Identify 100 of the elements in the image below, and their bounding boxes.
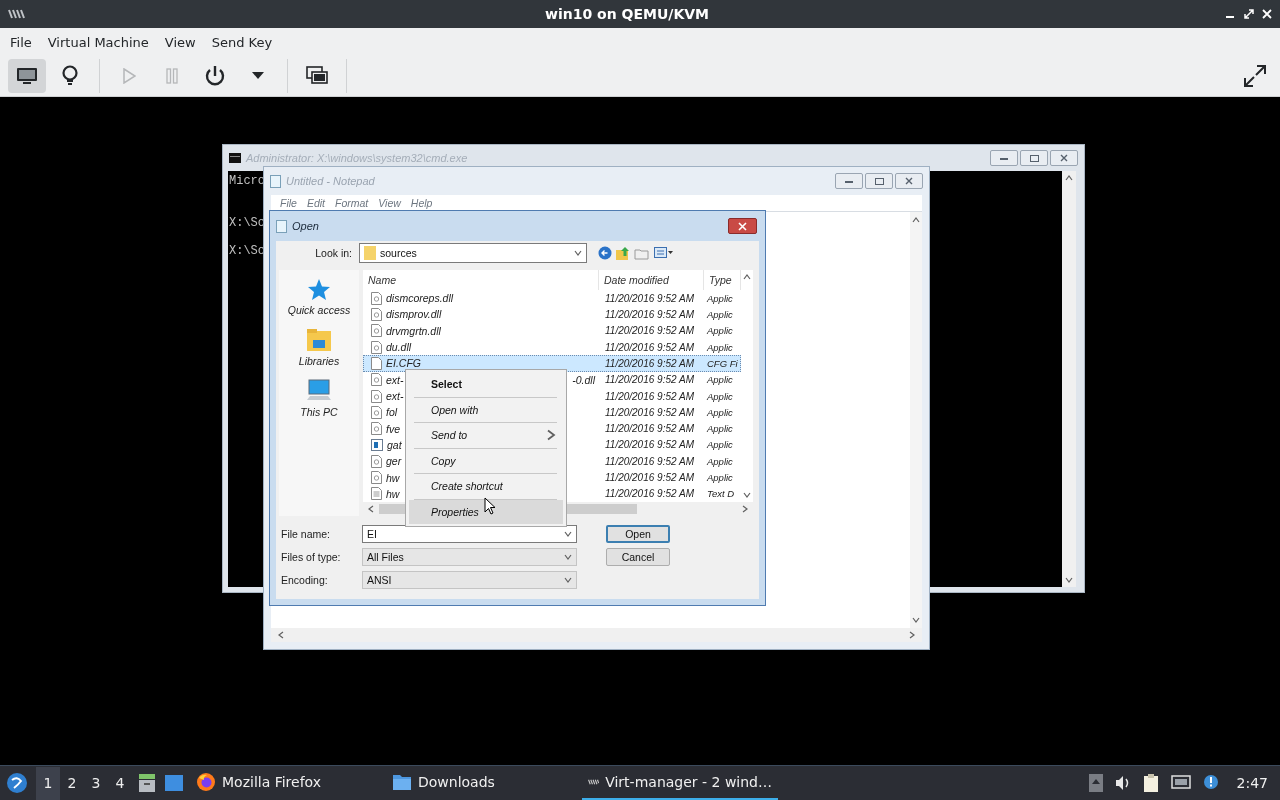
computer-icon — [306, 379, 332, 403]
file-type: Applic — [706, 406, 734, 418]
window-title: win10 on QEMU/KVM — [544, 6, 710, 22]
workspace-button[interactable]: 3 — [84, 766, 108, 800]
file-type: Applic — [706, 341, 734, 353]
selected-row-highlight[interactable]: EI.CFG 11/20/2016 9:52 AM CFG Fi — [363, 355, 741, 372]
menu-item[interactable]: Select — [409, 372, 563, 397]
scroll-up-icon — [912, 216, 920, 224]
start-icon[interactable] — [6, 772, 28, 794]
dialog-button[interactable]: Cancel — [606, 548, 670, 566]
field-label: Encoding: — [281, 574, 329, 586]
back-icon[interactable] — [598, 246, 612, 260]
menu-item[interactable]: Send to — [409, 423, 563, 448]
workspace-button[interactable]: 1 — [36, 766, 60, 800]
file-type: Applic — [706, 455, 734, 467]
place-item[interactable]: This PC — [300, 406, 338, 418]
notepad-icon — [270, 174, 281, 188]
close-button[interactable] — [1050, 150, 1078, 166]
menu-item[interactable]: Send Key — [203, 34, 281, 50]
column-header[interactable]: Name — [363, 270, 599, 290]
dropdown[interactable]: All Files — [362, 548, 577, 566]
file-name-field[interactable]: EI — [362, 525, 577, 543]
close-icon — [905, 177, 913, 185]
menu-item[interactable]: Create shortcut — [409, 474, 563, 499]
place-item[interactable]: Libraries — [298, 355, 340, 367]
look-in-dropdown[interactable]: sources — [359, 243, 587, 263]
network-icon[interactable] — [1170, 775, 1191, 791]
console-title: Administrator: X:\windows\system32\cmd.exe — [246, 152, 469, 164]
minimize-button[interactable] — [835, 173, 863, 189]
file-type: CFG Fi — [706, 357, 739, 369]
maximize-icon — [1029, 154, 1039, 162]
taskbar-task[interactable]: Mozilla Firefox — [190, 766, 386, 800]
menu-item[interactable]: Virtual Machine — [39, 34, 157, 50]
speaker-icon[interactable] — [1114, 775, 1131, 791]
file-date: 11/20/2016 9:52 AM — [604, 423, 695, 435]
text-file-icon — [371, 487, 382, 501]
dll-file-icon — [371, 405, 382, 419]
tray-expand-icon[interactable] — [1088, 774, 1103, 792]
screens-icon — [306, 66, 328, 86]
dll-file-icon — [371, 389, 382, 403]
close-button[interactable] — [728, 218, 757, 234]
folder-icon — [364, 246, 376, 260]
file-date: 11/20/2016 9:52 AM — [604, 325, 695, 337]
maximize-button[interactable] — [1020, 150, 1048, 166]
up-folder-icon[interactable] — [616, 246, 630, 260]
menu-item[interactable]: View — [156, 34, 204, 50]
maximize-icon — [874, 177, 884, 185]
file-name: hw — [386, 487, 400, 500]
place-item[interactable]: Quick access — [287, 304, 351, 316]
workspace-button[interactable]: 2 — [60, 766, 84, 800]
window-icon[interactable] — [164, 774, 184, 792]
power-icon — [204, 65, 226, 87]
menu-item[interactable]: File — [2, 34, 40, 50]
menu-item[interactable]: Help — [405, 197, 438, 209]
close-button[interactable] — [895, 173, 923, 189]
file-date: 11/20/2016 9:52 AM — [604, 308, 695, 320]
dll-file-icon — [371, 422, 382, 436]
file-name: EI.CFG — [386, 357, 421, 370]
fullscreen-icon — [1243, 64, 1267, 88]
menu-item[interactable]: Edit — [301, 197, 330, 209]
restore-icon[interactable] — [1244, 9, 1254, 19]
file-type: Text D — [706, 488, 736, 500]
dll-file-icon — [371, 340, 382, 354]
scroll-down-icon — [912, 616, 920, 624]
dropdown[interactable]: ANSI — [362, 571, 577, 589]
dialog-button[interactable]: Open — [606, 525, 670, 543]
close-icon[interactable] — [1262, 9, 1272, 19]
column-header[interactable]: Date modified — [599, 270, 704, 290]
dll-file-icon — [371, 307, 382, 321]
menu-item[interactable]: File — [275, 197, 302, 209]
menu-item[interactable]: Copy — [409, 448, 563, 473]
file-name: fve — [386, 422, 400, 435]
file-name: hw — [386, 471, 400, 484]
maximize-button[interactable] — [865, 173, 893, 189]
menu-item[interactable]: Open with — [409, 397, 563, 422]
library-icon — [306, 328, 332, 352]
file-type: Applic — [706, 423, 734, 435]
scroll-up-icon — [1065, 174, 1073, 182]
toolbar-button[interactable] — [8, 59, 46, 93]
file-name: ext- — [386, 390, 404, 403]
file-cabinet-icon[interactable] — [138, 773, 156, 793]
menu-item[interactable]: Format — [330, 197, 374, 209]
minimize-button[interactable] — [990, 150, 1018, 166]
clipboard-icon[interactable] — [1142, 773, 1159, 793]
pause-icon — [165, 68, 179, 84]
menu-item[interactable]: Properties — [409, 499, 563, 524]
chevron-down-icon — [564, 553, 572, 561]
taskbar-task[interactable]: Downloads — [386, 766, 582, 800]
file-date: 11/20/2016 9:52 AM — [604, 439, 695, 451]
firefox-icon — [196, 772, 216, 792]
folder-icon — [392, 773, 412, 791]
menu-item[interactable]: View — [373, 197, 406, 209]
scroll-down-icon — [743, 491, 751, 499]
look-in-label: Look in: — [314, 247, 353, 259]
view-menu-icon[interactable] — [654, 247, 674, 259]
dll-file-icon — [371, 373, 382, 387]
notification-icon[interactable] — [1202, 774, 1221, 792]
taskbar-task[interactable]: Virt-manager - 2 wind… — [582, 766, 778, 800]
workspace-button[interactable]: 4 — [108, 766, 132, 800]
file-date: 11/20/2016 9:52 AM — [604, 390, 695, 402]
